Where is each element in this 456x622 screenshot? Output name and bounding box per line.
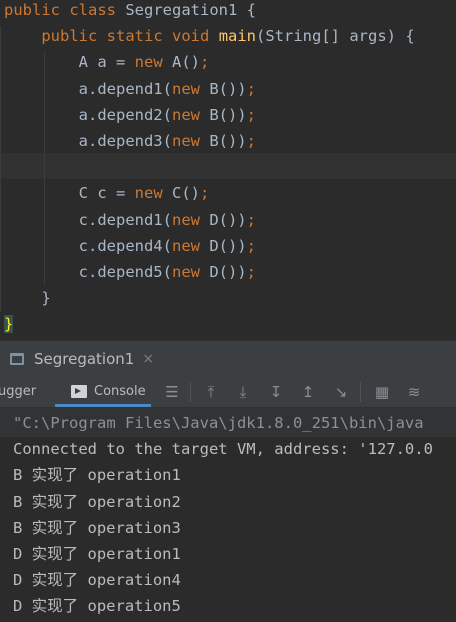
code-token: ; [199,53,210,72]
code-token: ; [199,184,210,203]
indent-guide [0,26,1,312]
code-token: new [134,53,163,72]
code-token: new [171,210,200,229]
run-config-icon [10,352,24,365]
code-token: ; [246,105,256,124]
code-token: new [134,184,163,203]
menu-icon[interactable]: ☰ [163,383,181,401]
toolbar-divider [190,382,191,402]
run-tab-segregation1[interactable]: Segregation1 × [0,341,154,376]
code-line: a.depend2(new B()); [4,102,256,128]
console-line: D 实现了 operation5 [13,597,181,615]
code-editor[interactable]: public class Segregation1 { public stati… [0,0,456,340]
run-to-cursor-icon[interactable]: ↘ [332,383,350,401]
code-line: public class Segregation1 { [4,0,256,23]
tab-debugger[interactable]: ugger [0,375,36,408]
code-token: D()) [199,236,247,255]
code-token: ; [246,210,256,229]
code-line: public static void main(String[] args) { [4,23,415,49]
evaluate-expression-icon[interactable]: ▦ [373,383,391,401]
console-line: B 实现了 operation2 [13,493,181,511]
console-line: B 实现了 operation3 [13,519,181,537]
code-token: a.depend1( [4,79,172,98]
run-tab-label: Segregation1 [34,349,135,368]
run-tool-window-header: Segregation1 × [0,340,456,375]
code-token: new [171,105,200,124]
code-token: D()) [199,210,247,229]
code-token: A a = [4,53,135,72]
code-line: } [4,311,14,337]
code-token: B()) [199,79,247,98]
debug-toolbar: ugger Console ☰ ⤒ ⤓ ↧ ↥ ↘ ▦ ≋ [0,375,456,408]
console-line: D 实现了 operation1 [13,545,181,563]
code-token: new [171,263,200,281]
code-line: c.depend5(new D()); [4,259,256,285]
code-token: } [4,289,51,308]
code-line: a.depend3(new B()); [4,128,256,154]
code-token: c.depend5( [4,263,172,281]
toolbar-divider [360,382,361,402]
code-token: ; [246,263,256,281]
code-token: void [172,27,210,46]
code-token: ; [246,236,256,255]
code-token: B()) [199,105,247,124]
code-token: public [4,1,60,19]
code-token: ; [246,132,256,150]
console-line: D 实现了 operation4 [13,571,181,589]
code-token: C c = [4,184,135,203]
console-line: "C:\Program Files\Java\jdk1.8.0_251\bin\… [13,414,424,432]
code-token: (String[] args) { [256,27,415,46]
code-line: c.depend1(new D()); [4,207,256,233]
code-token: B()) [199,132,247,150]
code-token: public [41,27,98,46]
code-token: a.depend3( [4,132,172,150]
code-line: c.depend4(new D()); [4,233,256,259]
code-token: c.depend4( [4,236,172,255]
active-tab-indicator [55,404,151,407]
console-icon [71,385,87,398]
console-output[interactable]: "C:\Program Files\Java\jdk1.8.0_251\bin\… [0,408,456,622]
console-line: Connected to the target VM, address: '12… [13,440,433,458]
code-line: a.depend1(new B()); [4,76,256,102]
code-token: } [4,315,14,334]
code-token: A() [162,53,200,72]
step-into-icon[interactable]: ↧ [267,383,285,401]
code-token: new [171,79,200,98]
code-line: C c = new C(); [4,180,210,206]
code-token: new [171,132,200,150]
trace-icon[interactable]: ≋ [405,383,423,401]
show-execution-point-icon[interactable]: ⤒ [202,383,220,401]
code-token: main [218,27,257,46]
code-token: c.depend1( [4,210,172,229]
code-token: static [106,27,163,46]
code-line: } [4,285,51,311]
code-token: C() [162,184,200,203]
current-line-highlight [0,153,456,179]
code-token: class [69,1,117,19]
code-token: new [171,236,200,255]
code-token: ; [246,79,256,98]
close-icon[interactable]: × [142,351,154,367]
code-token: a.depend2( [4,105,172,124]
code-line: A a = new A(); [4,49,210,75]
step-out-icon[interactable]: ↥ [299,383,317,401]
step-over-icon[interactable]: ⤓ [234,383,252,401]
code-token: D()) [199,263,247,281]
console-line: B 实现了 operation1 [13,466,181,484]
code-token: Segregation1 { [116,1,256,19]
